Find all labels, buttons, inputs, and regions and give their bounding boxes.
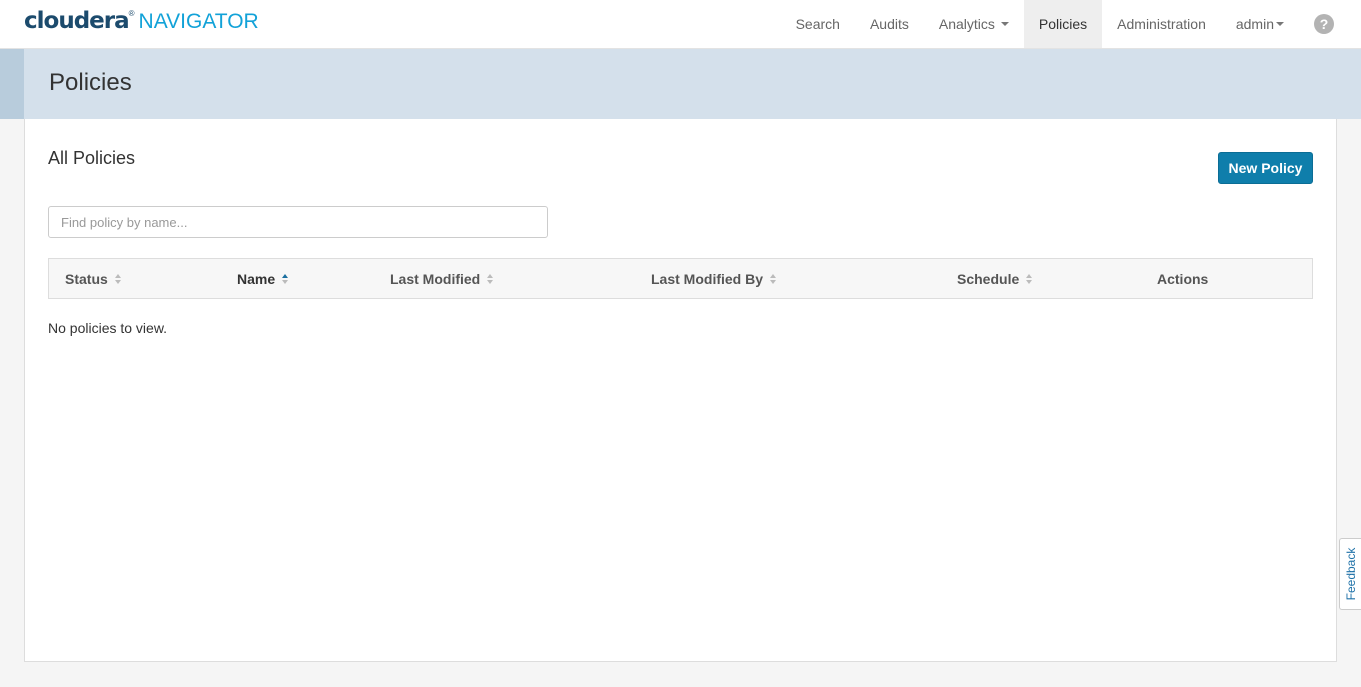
nav-analytics-dropdown[interactable]: Analytics	[924, 0, 1024, 48]
column-header-label: Actions	[1157, 270, 1209, 287]
brand-cloudera: cloudera	[24, 8, 130, 34]
nav-audits[interactable]: Audits	[855, 0, 924, 48]
section-title: All Policies	[48, 148, 136, 168]
top-navbar: cloudera ® NAVIGATOR Search Audits Analy…	[0, 0, 1361, 49]
chevron-down-icon	[1276, 22, 1284, 26]
policy-search-input[interactable]	[48, 206, 548, 238]
empty-state-message: No policies to view.	[48, 320, 168, 336]
help-button[interactable]: ?	[1299, 0, 1361, 48]
brand-navigator: NAVIGATOR	[138, 10, 259, 33]
column-header-schedule[interactable]: Schedule	[957, 259, 1033, 298]
sort-asc-icon	[282, 273, 289, 284]
nav-analytics-label: Analytics	[938, 16, 995, 32]
page-title: Policies	[49, 69, 132, 96]
policies-table-header: Status Name Last Modified Last Modified …	[48, 258, 1313, 299]
page-header-accent	[0, 49, 24, 119]
user-menu-dropdown[interactable]: admin	[1221, 0, 1299, 48]
column-header-last-modified[interactable]: Last Modified	[390, 259, 494, 298]
help-icon: ?	[1314, 14, 1334, 34]
feedback-label: Feedback	[1343, 547, 1358, 601]
sort-icon	[1026, 273, 1033, 284]
sort-icon	[487, 273, 494, 284]
nav-policies-label: Policies	[1038, 16, 1088, 32]
column-header-label: Status	[65, 270, 108, 287]
column-header-status[interactable]: Status	[65, 259, 121, 298]
new-policy-button[interactable]: New Policy	[1218, 152, 1313, 184]
main-nav: Search Audits Analytics Policies Adminis…	[781, 0, 1361, 48]
nav-administration[interactable]: Administration	[1102, 0, 1221, 48]
sort-icon	[770, 273, 777, 284]
column-header-label: Last Modified By	[651, 270, 764, 287]
column-header-last-modified-by[interactable]: Last Modified By	[651, 259, 777, 298]
column-header-actions: Actions	[1157, 259, 1208, 298]
feedback-tab[interactable]: Feedback	[1339, 538, 1361, 610]
policies-panel: All Policies New Policy Status Name Last…	[24, 119, 1337, 662]
chevron-down-icon	[1000, 22, 1009, 26]
nav-policies[interactable]: Policies	[1023, 0, 1103, 48]
user-menu-label: admin	[1235, 16, 1274, 32]
sort-icon	[114, 273, 121, 284]
brand-registered-mark: ®	[128, 9, 135, 18]
brand-logo[interactable]: cloudera ® NAVIGATOR	[24, 8, 259, 38]
nav-search[interactable]: Search	[781, 0, 855, 48]
column-header-name[interactable]: Name	[237, 259, 289, 298]
nav-administration-label: Administration	[1117, 16, 1206, 32]
nav-search-label: Search	[795, 16, 840, 32]
page-header: Policies	[0, 49, 1361, 119]
column-header-label: Name	[237, 270, 276, 287]
nav-audits-label: Audits	[869, 16, 909, 32]
column-header-label: Last Modified	[390, 270, 481, 287]
column-header-label: Schedule	[957, 270, 1020, 287]
